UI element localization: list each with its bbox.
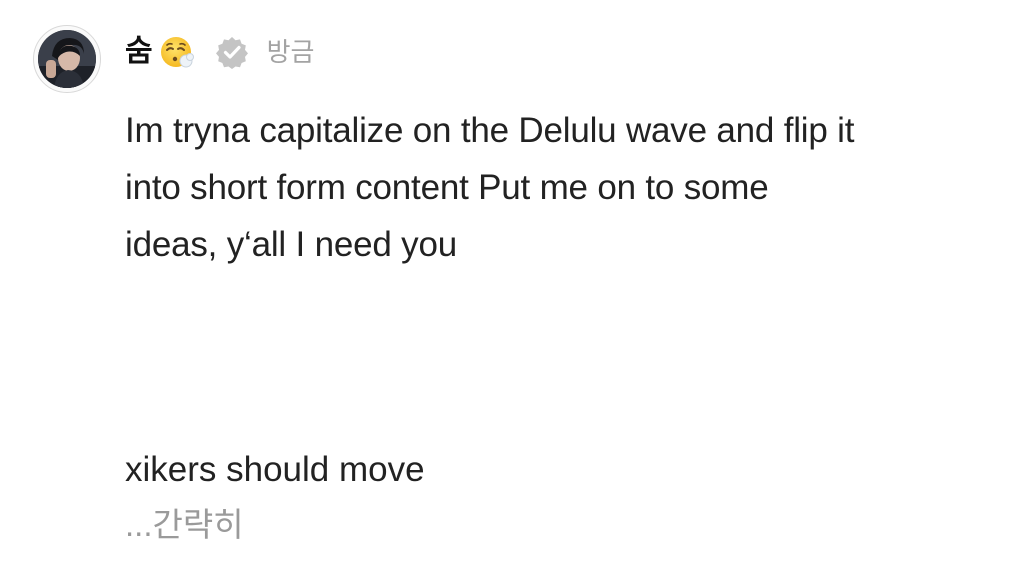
post-header: 숨 방금 (125, 30, 314, 74)
post-body-line: Im tryna capitalize on the Delulu wave a… (125, 111, 855, 150)
exhaling-face-icon (159, 34, 195, 70)
post-card: 숨 방금 Im tryna capitalize on the Delulu w… (0, 0, 1024, 580)
username[interactable]: 숨 (125, 37, 153, 67)
post-body-line: into short form content Put me on to som… (125, 168, 769, 207)
post-body-extra: xikers should move (125, 450, 425, 489)
collapse-text-link[interactable]: ...간략히 (125, 500, 244, 550)
post-body-line: ideas, y‘all I need you (125, 225, 458, 264)
verified-badge-icon (215, 35, 249, 69)
timestamp: 방금 (266, 37, 315, 67)
post-body: Im tryna capitalize on the Delulu wave a… (125, 102, 1005, 273)
avatar[interactable] (33, 25, 101, 93)
avatar-photo (38, 30, 96, 88)
